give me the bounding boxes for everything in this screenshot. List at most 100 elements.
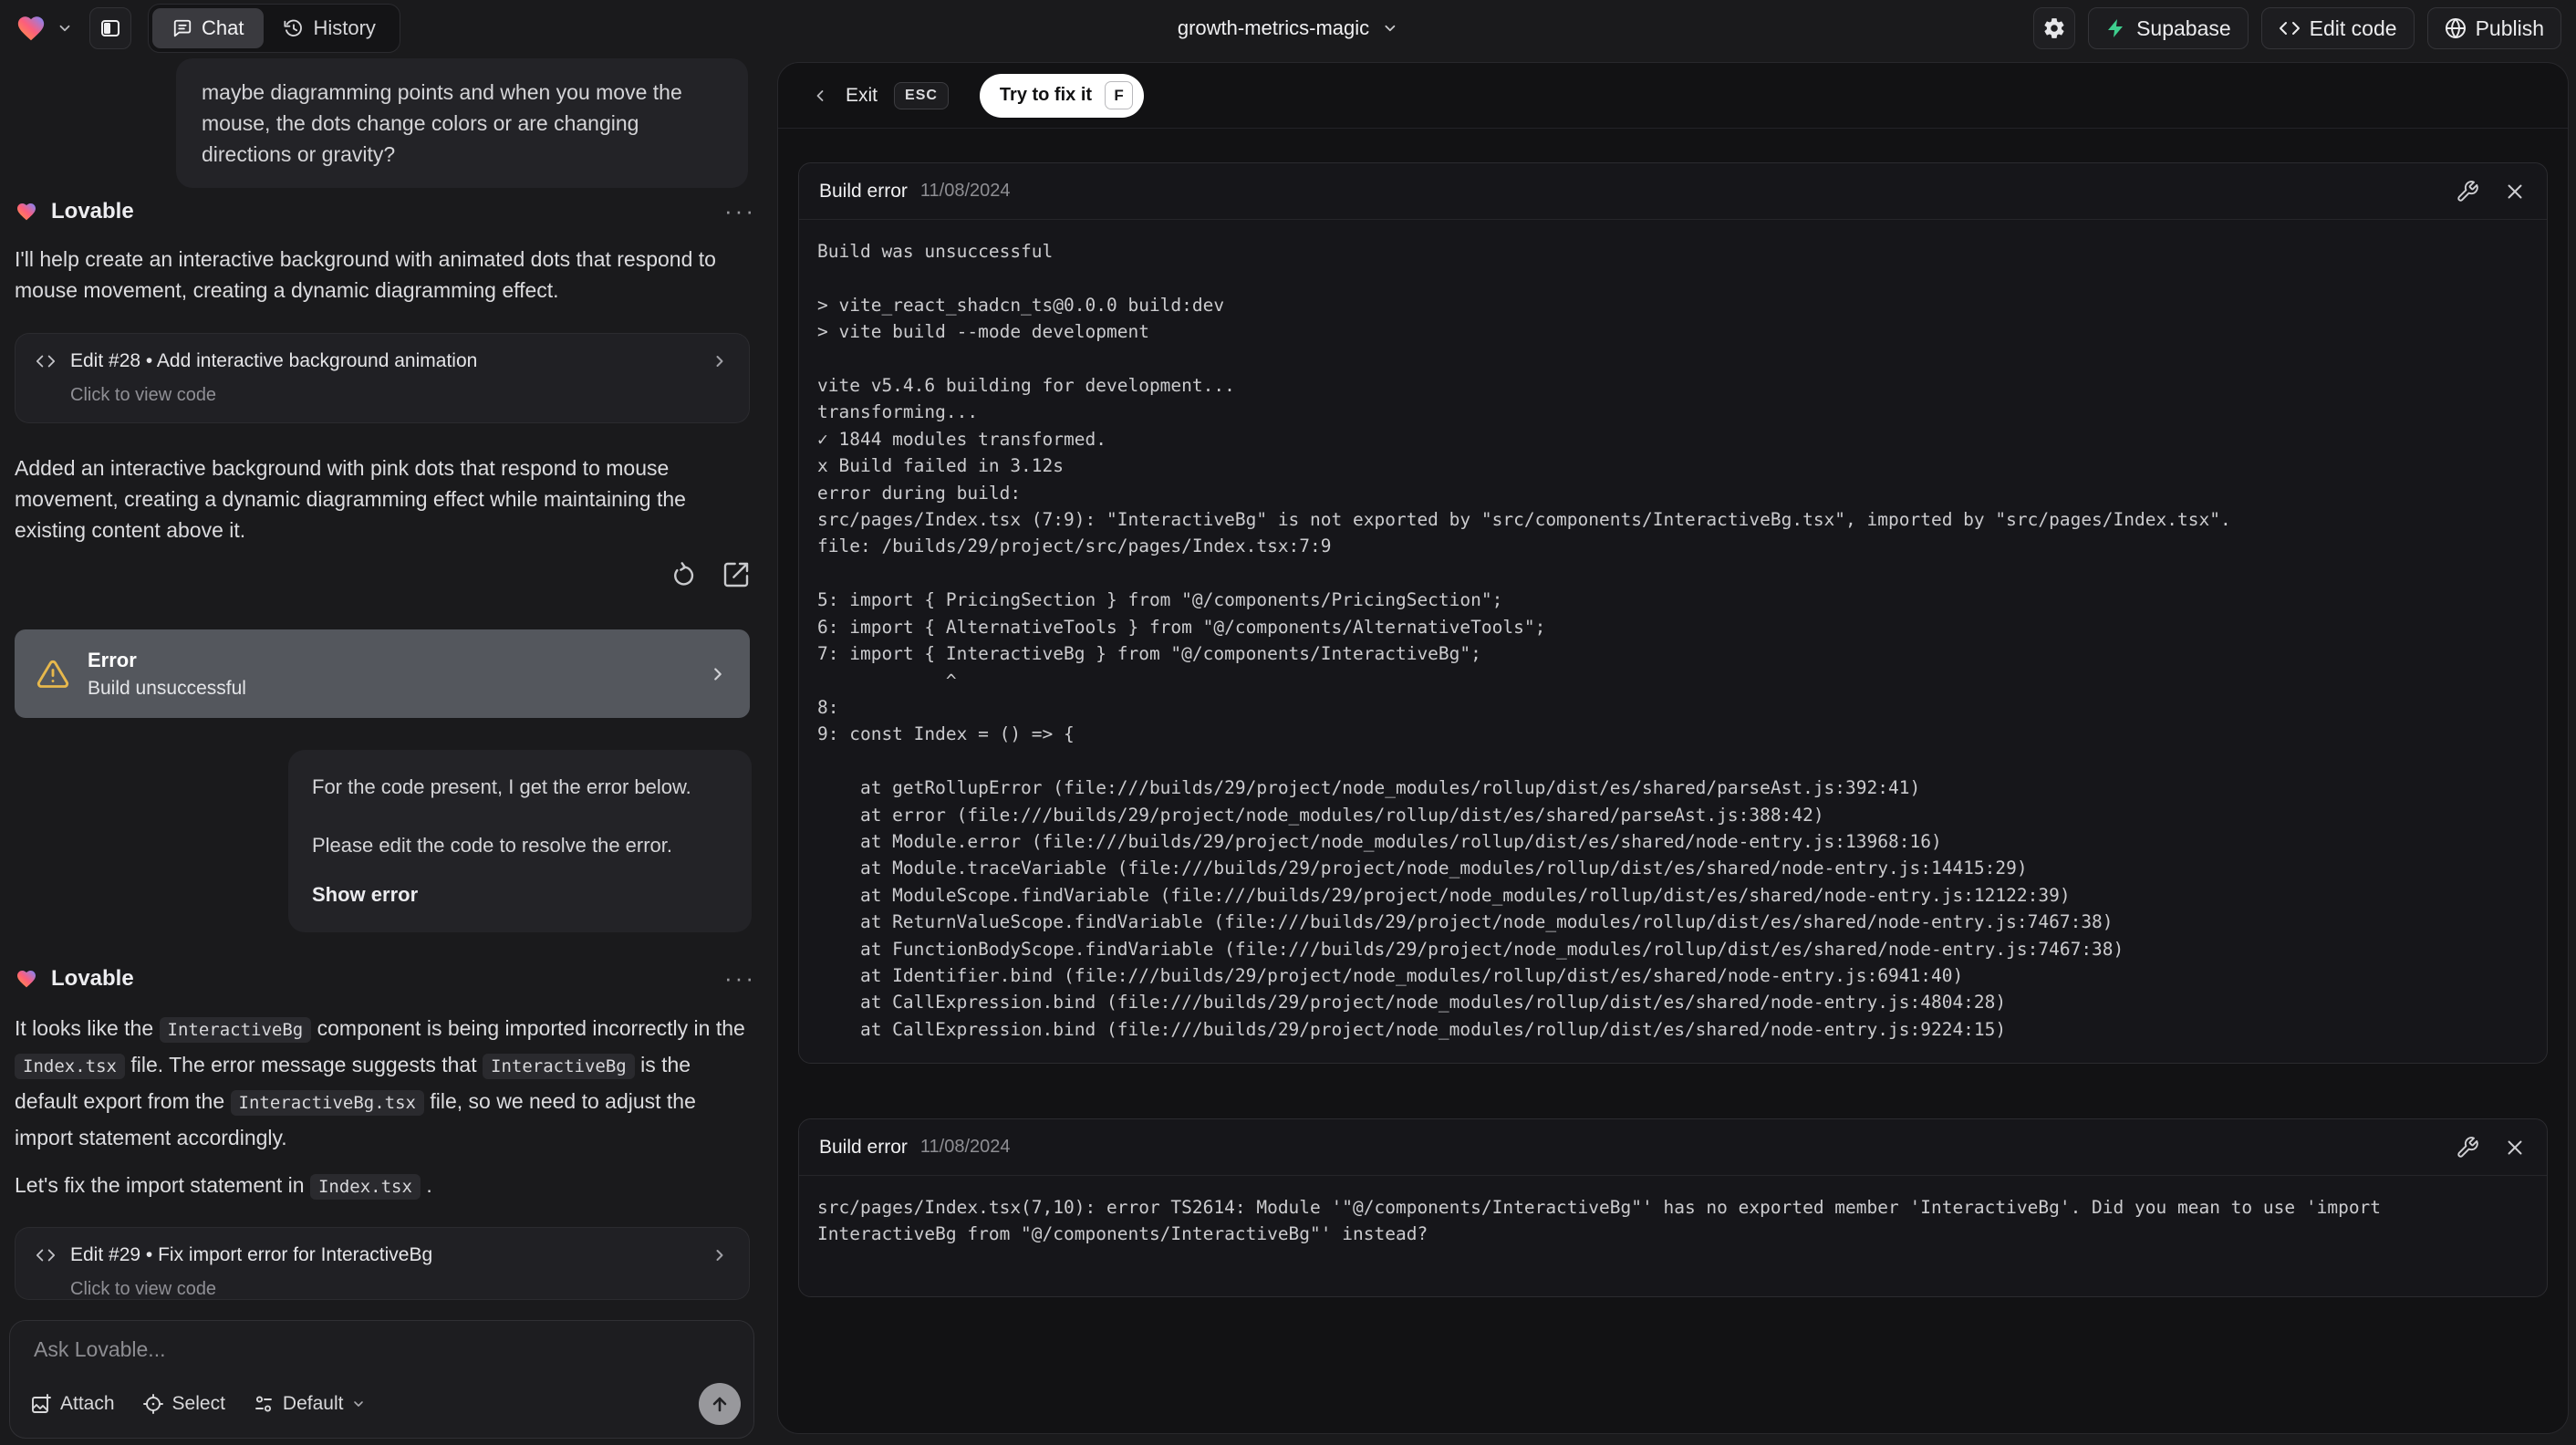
edit-29-card[interactable]: Edit #29 • Fix import error for Interact… — [15, 1227, 750, 1300]
tab-history[interactable]: History — [264, 8, 395, 48]
error-banner-subtitle: Build unsuccessful — [88, 677, 246, 699]
build-error-2-header: Build error 11/08/2024 — [799, 1119, 2547, 1176]
supabase-button[interactable]: Supabase — [2088, 7, 2249, 49]
chevron-left-icon[interactable] — [811, 87, 829, 105]
lovable-heart-icon — [15, 968, 38, 990]
assistant-summary-text: Added an interactive background with pin… — [15, 456, 686, 542]
supabase-label: Supabase — [2136, 16, 2231, 40]
build-error-2-date: 11/08/2024 — [919, 1137, 1011, 1157]
build-error-2-title: Build error — [819, 1136, 908, 1158]
logo-chevron-down-icon[interactable] — [57, 20, 73, 36]
code-brackets-icon — [36, 1245, 56, 1265]
error-fix-panel: Exit ESC Try to fix it F Build error 11/… — [777, 62, 2569, 1434]
close-error-button[interactable] — [2503, 180, 2527, 203]
show-error-link[interactable]: Show error — [312, 881, 728, 909]
select-button[interactable]: Select — [142, 1393, 225, 1415]
try-to-fix-button[interactable]: Try to fix it F — [979, 73, 1145, 118]
globe-icon — [2445, 17, 2467, 39]
lovable-logo-heart-icon[interactable] — [15, 13, 47, 44]
composer-toolbar: Attach Select Default — [30, 1383, 741, 1425]
fix-wrench-button[interactable] — [2456, 180, 2479, 203]
close-icon — [2503, 180, 2527, 203]
close-icon — [2503, 1136, 2527, 1159]
assistant-header-1: Lovable ··· — [15, 197, 756, 225]
user-message-2-line2: Please edit the code to resolve the erro… — [312, 834, 673, 857]
user-message-2: For the code present, I get the error be… — [288, 750, 752, 932]
build-error-1-body: Build was unsuccessful > vite_react_shad… — [799, 220, 2547, 1061]
settings-button[interactable] — [2033, 7, 2076, 49]
top-bar-right: Supabase Edit code Publish — [2033, 7, 2561, 49]
exit-button[interactable]: Exit — [846, 85, 878, 107]
chat-input[interactable] — [34, 1337, 709, 1388]
lovable-app: Chat History growth-metrics-magic Supaba… — [0, 0, 2576, 1445]
tab-chat[interactable]: Chat — [152, 8, 265, 48]
edit-28-subtitle: Click to view code — [70, 385, 217, 405]
project-switcher[interactable]: growth-metrics-magic — [1178, 0, 1398, 57]
attach-button[interactable]: Attach — [30, 1393, 115, 1415]
select-label: Select — [171, 1393, 225, 1414]
message-actions — [670, 560, 751, 589]
tab-history-label: History — [313, 16, 376, 39]
inline-code: Index.tsx — [309, 1174, 421, 1200]
assistant-name: Lovable — [51, 198, 134, 224]
mode-dropdown[interactable]: Default — [253, 1393, 367, 1415]
code-brackets-icon — [36, 351, 56, 371]
edit-29-subtitle: Click to view code — [70, 1279, 217, 1299]
close-error-button[interactable] — [2503, 1136, 2527, 1159]
sidebar-toggle-button[interactable] — [89, 7, 131, 49]
esc-key-badge: ESC — [894, 81, 949, 109]
build-error-banner[interactable]: Error Build unsuccessful — [15, 629, 750, 718]
assistant-fix-statement: Let's fix the import statement in Index.… — [15, 1168, 752, 1204]
text-segment: component is being imported incorrectly … — [311, 1016, 745, 1040]
restore-version-button[interactable] — [670, 560, 700, 589]
assistant-intro-text: I'll help create an interactive backgrou… — [15, 247, 716, 302]
assistant-fix-explanation: It looks like the InteractiveBg componen… — [15, 1011, 752, 1155]
message-menu-button[interactable]: ··· — [724, 197, 756, 225]
lovable-heart-icon — [15, 201, 38, 223]
chat-composer: Attach Select Default — [9, 1320, 754, 1439]
top-bar: Chat History growth-metrics-magic Supaba… — [0, 0, 2576, 57]
warning-triangle-icon — [36, 658, 69, 691]
edit-code-button[interactable]: Edit code — [2260, 7, 2415, 49]
error-banner-title: Error — [88, 648, 137, 671]
chat-column: maybe diagramming points and when you mo… — [0, 57, 771, 1445]
assistant-header-2: Lovable ··· — [15, 964, 756, 993]
external-link-icon — [722, 560, 751, 589]
attach-label: Attach — [60, 1393, 115, 1414]
chevron-right-icon — [711, 1246, 729, 1264]
publish-label: Publish — [2475, 16, 2544, 40]
build-error-1-date: 11/08/2024 — [919, 181, 1011, 201]
sliders-icon — [253, 1393, 275, 1415]
build-log: Build was unsuccessful > vite_react_shad… — [817, 241, 2231, 1040]
supabase-bolt-icon — [2105, 17, 2127, 39]
chevron-right-icon — [711, 352, 729, 370]
arrow-up-icon — [709, 1393, 731, 1415]
gear-icon — [2042, 16, 2066, 40]
build-error-1-title: Build error — [819, 180, 908, 202]
code-brackets-icon — [2279, 17, 2301, 39]
wrench-icon — [2456, 1136, 2479, 1159]
edit-29-title: Edit #29 • Fix import error for Interact… — [70, 1244, 433, 1265]
open-preview-button[interactable] — [722, 560, 751, 589]
project-name: growth-metrics-magic — [1177, 16, 1370, 39]
text-segment: Let's fix the import statement in — [15, 1173, 310, 1197]
attach-image-icon — [30, 1393, 52, 1415]
inline-code: InteractiveBg.tsx — [230, 1090, 424, 1116]
send-button[interactable] — [699, 1383, 741, 1425]
ts-error-message: src/pages/Index.tsx(7,10): error TS2614:… — [817, 1197, 2382, 1245]
publish-button[interactable]: Publish — [2426, 7, 2561, 49]
assistant-name: Lovable — [51, 965, 134, 991]
edit-28-card[interactable]: Edit #28 • Add interactive background an… — [15, 333, 750, 423]
message-menu-button[interactable]: ··· — [724, 964, 756, 993]
build-error-panel-1: Build error 11/08/2024 Build was unsucce… — [798, 162, 2548, 1064]
inline-code: InteractiveBg — [483, 1054, 635, 1079]
fix-panel-header: Exit ESC Try to fix it F — [778, 63, 2568, 129]
inline-code: Index.tsx — [15, 1054, 125, 1079]
build-error-2-body: src/pages/Index.tsx(7,10): error TS2614:… — [799, 1176, 2547, 1266]
f-key-badge: F — [1105, 81, 1134, 109]
fix-wrench-button[interactable] — [2456, 1136, 2479, 1159]
history-clock-icon — [284, 18, 304, 38]
top-bar-left: Chat History — [0, 4, 400, 53]
text-segment: It looks like the — [15, 1016, 160, 1040]
view-switcher: Chat History — [148, 4, 400, 53]
